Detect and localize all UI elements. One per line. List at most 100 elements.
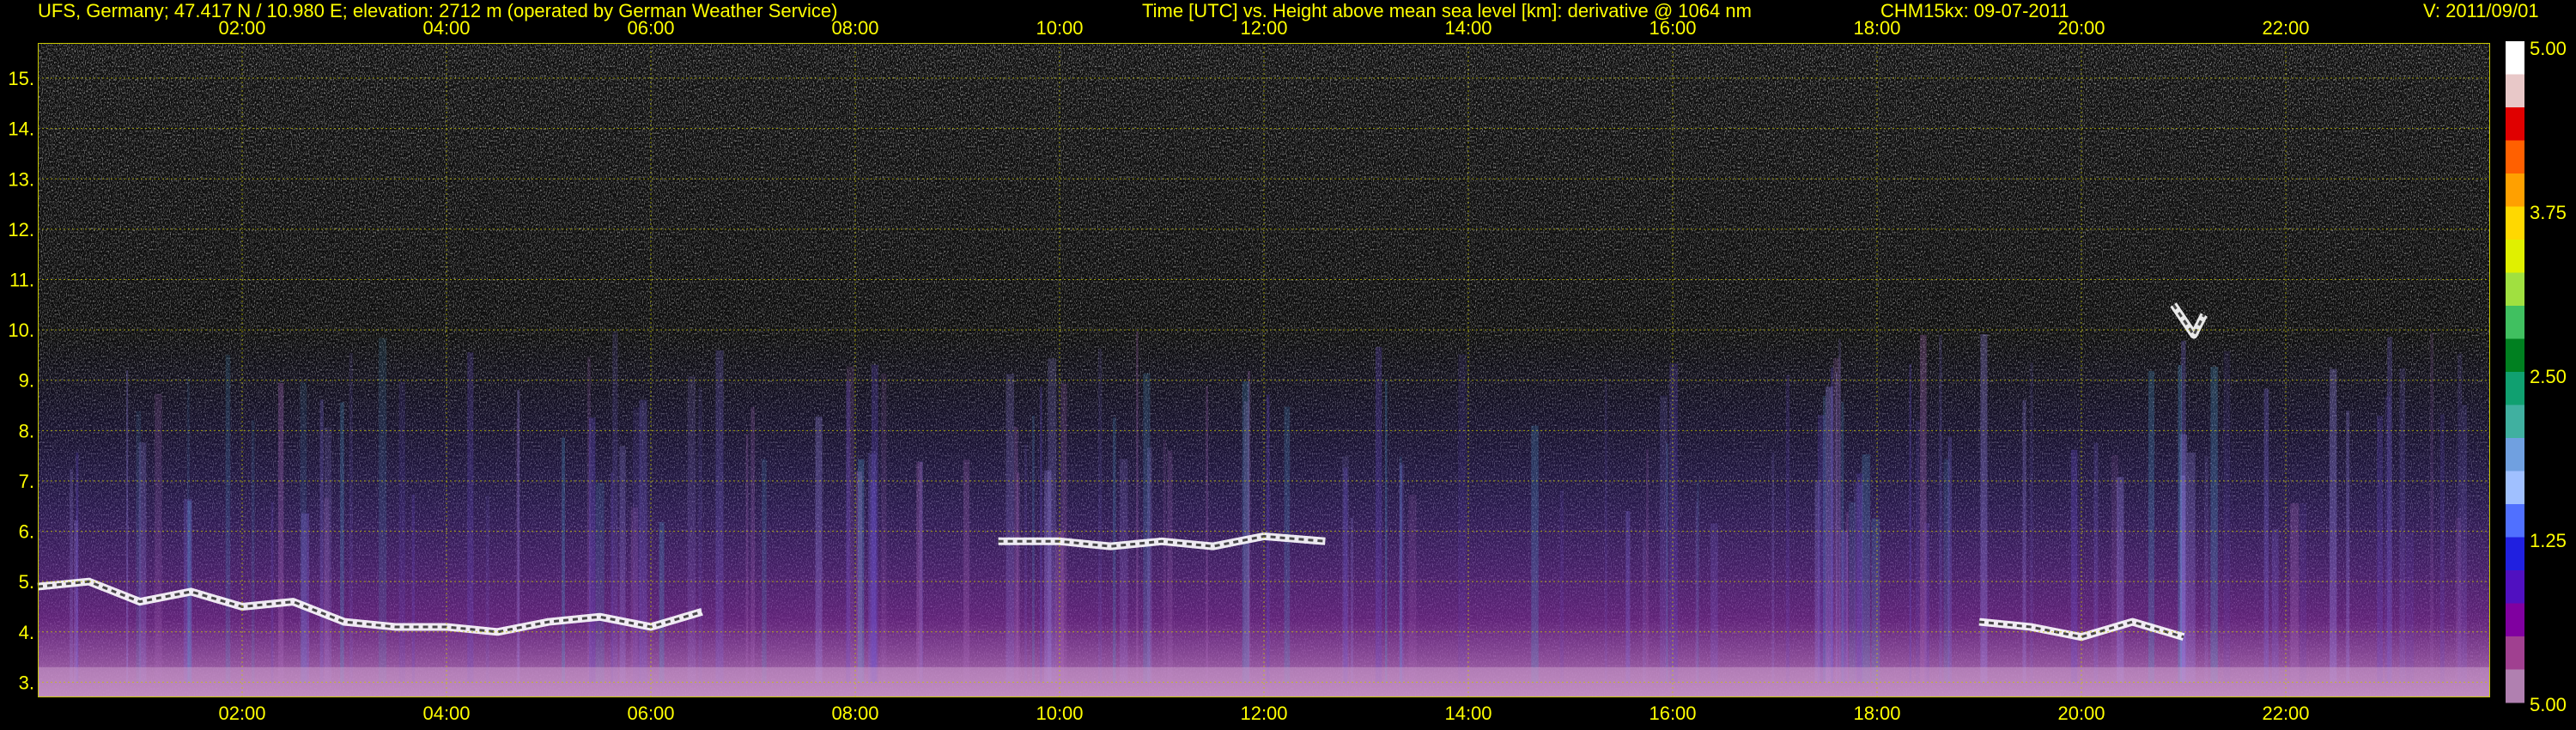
colorbar-swatch	[2506, 240, 2524, 273]
aerosol-streak	[2117, 477, 2124, 683]
aerosol-streak	[2187, 453, 2196, 683]
aerosol-streak	[1831, 367, 1834, 683]
colorbar-label: 1.25	[2530, 530, 2567, 551]
colorbar-swatch	[2506, 537, 2524, 571]
aerosol-streak	[1458, 354, 1467, 683]
aerosol-streak	[1625, 510, 1631, 683]
aerosol-streak	[1408, 495, 1417, 683]
aerosol-streak	[1862, 454, 1870, 683]
aerosol-streak	[698, 387, 702, 683]
aerosol-streak	[2346, 411, 2350, 683]
aerosol-streak	[1040, 386, 1042, 683]
aerosol-streak	[1400, 456, 1402, 683]
aerosol-streak	[1014, 426, 1018, 683]
x-tick-label-top: 18:00	[1853, 17, 1900, 39]
aerosol-streak	[1669, 363, 1678, 683]
x-tick-label-top: 06:00	[627, 17, 674, 39]
aerosol-streak	[2458, 353, 2463, 683]
aerosol-streak	[2430, 332, 2433, 683]
colorbar-swatch	[2506, 140, 2524, 174]
aerosol-streak	[1163, 440, 1166, 683]
colorbar-swatch	[2506, 107, 2524, 141]
colorbar-swatch	[2506, 372, 2524, 405]
aerosol-streak	[612, 332, 618, 683]
x-tick-label-top: 16:00	[1649, 17, 1696, 39]
aerosol-streak	[2093, 442, 2099, 683]
aerosol-streak	[1785, 374, 1790, 683]
x-tick-label-bottom: 16:00	[1649, 703, 1696, 724]
aerosol-streak	[278, 382, 284, 683]
colorbar-swatch	[2506, 636, 2524, 670]
aerosol-streak	[2290, 503, 2300, 683]
aerosol-streak	[301, 513, 309, 683]
aerosol-streak	[2399, 368, 2406, 683]
colorbar-swatch	[2506, 272, 2524, 307]
colorbar-swatch	[2506, 41, 2524, 75]
plot-area: 3. 4. 5. 6. 7. 8. 9. 10. 11. 12. 13. 14. 15. 02:00 04…	[8, 17, 2490, 724]
aerosol-streak	[1771, 452, 1775, 683]
x-tick-label-bottom: 04:00	[422, 703, 470, 724]
x-tick-label-top: 20:00	[2057, 17, 2105, 39]
aerosol-streak	[2210, 367, 2218, 683]
aerosol-streak	[715, 350, 724, 683]
aerosol-streak	[619, 446, 626, 683]
x-tick-label-bottom: 06:00	[627, 703, 674, 724]
colorbar-label: 3.75	[2530, 202, 2567, 223]
aerosol-streak	[319, 399, 324, 683]
x-tick-label-top: 02:00	[218, 17, 265, 39]
aerosol-streak	[1242, 381, 1249, 683]
aerosol-streak	[963, 459, 969, 683]
colorbar-swatch	[2506, 471, 2524, 505]
aerosol-streak	[1350, 518, 1354, 683]
colorbar-label: 5.00	[2530, 694, 2567, 715]
aerosol-streak	[2377, 416, 2384, 683]
version-label: V: 2011/09/01	[2423, 0, 2539, 21]
colorbar-swatch	[2506, 438, 2524, 471]
aerosol-streak	[1660, 395, 1668, 683]
aerosol-streak	[70, 469, 73, 683]
x-tick-label-bottom: 20:00	[2057, 703, 2105, 724]
x-tick-label-top: 04:00	[422, 17, 470, 39]
aerosol-streak	[815, 417, 823, 683]
colorbar-swatch	[2506, 669, 2524, 703]
colorbar: 5.00 3.75 2.50 1.25 5.00	[2506, 38, 2567, 715]
aerosol-streak	[74, 520, 78, 683]
aerosol-streak	[324, 427, 332, 683]
colorbar-swatch	[2506, 338, 2524, 373]
aerosol-streak	[1167, 450, 1173, 683]
y-axis: 3. 4. 5. 6. 7. 8. 9. 10. 11. 12. 13. 14. 15.	[8, 68, 34, 693]
aerosol-streak	[1916, 420, 1920, 683]
aerosol-streak	[762, 459, 767, 683]
aerosol-streak	[659, 521, 665, 683]
aerosol-streak	[562, 437, 565, 683]
aerosol-streak	[2070, 449, 2078, 683]
y-tick-label: 11.	[9, 269, 34, 290]
aerosol-streak	[2330, 368, 2337, 683]
aerosol-streak	[225, 355, 231, 683]
aerosol-streak	[2148, 371, 2154, 683]
aerosol-streak	[126, 370, 129, 683]
instrument-date: CHM15kx: 09-07-2011	[1880, 0, 2069, 21]
aerosol-streak	[1846, 511, 1849, 683]
aerosol-streak	[517, 389, 520, 683]
aerosol-streak	[2300, 503, 2307, 683]
aerosol-streak	[1284, 406, 1291, 683]
y-tick-label: 6.	[19, 521, 34, 543]
aerosol-streak	[2263, 388, 2269, 683]
aerosol-streak	[588, 417, 596, 683]
colorbar-swatch	[2506, 570, 2524, 604]
aerosol-streak	[916, 462, 923, 683]
backscatter-heatmap: 3. 4. 5. 6. 7. 8. 9. 10. 11. 12. 13. 14. 15. 02:00 04…	[8, 17, 2490, 724]
aerosol-streak	[349, 352, 353, 683]
x-tick-label-bottom: 02:00	[218, 703, 265, 724]
y-tick-label: 15.	[8, 68, 34, 89]
aerosol-streak	[2439, 414, 2445, 683]
aerosol-streak	[2462, 405, 2467, 683]
y-tick-label: 3.	[19, 672, 34, 693]
aerosol-streak	[2387, 337, 2392, 683]
aerosol-streak	[138, 442, 147, 683]
aerosol-streak	[1024, 444, 1028, 683]
aerosol-streak	[270, 502, 274, 683]
aerosol-streak	[2406, 529, 2415, 683]
y-tick-label: 10.	[8, 319, 34, 341]
